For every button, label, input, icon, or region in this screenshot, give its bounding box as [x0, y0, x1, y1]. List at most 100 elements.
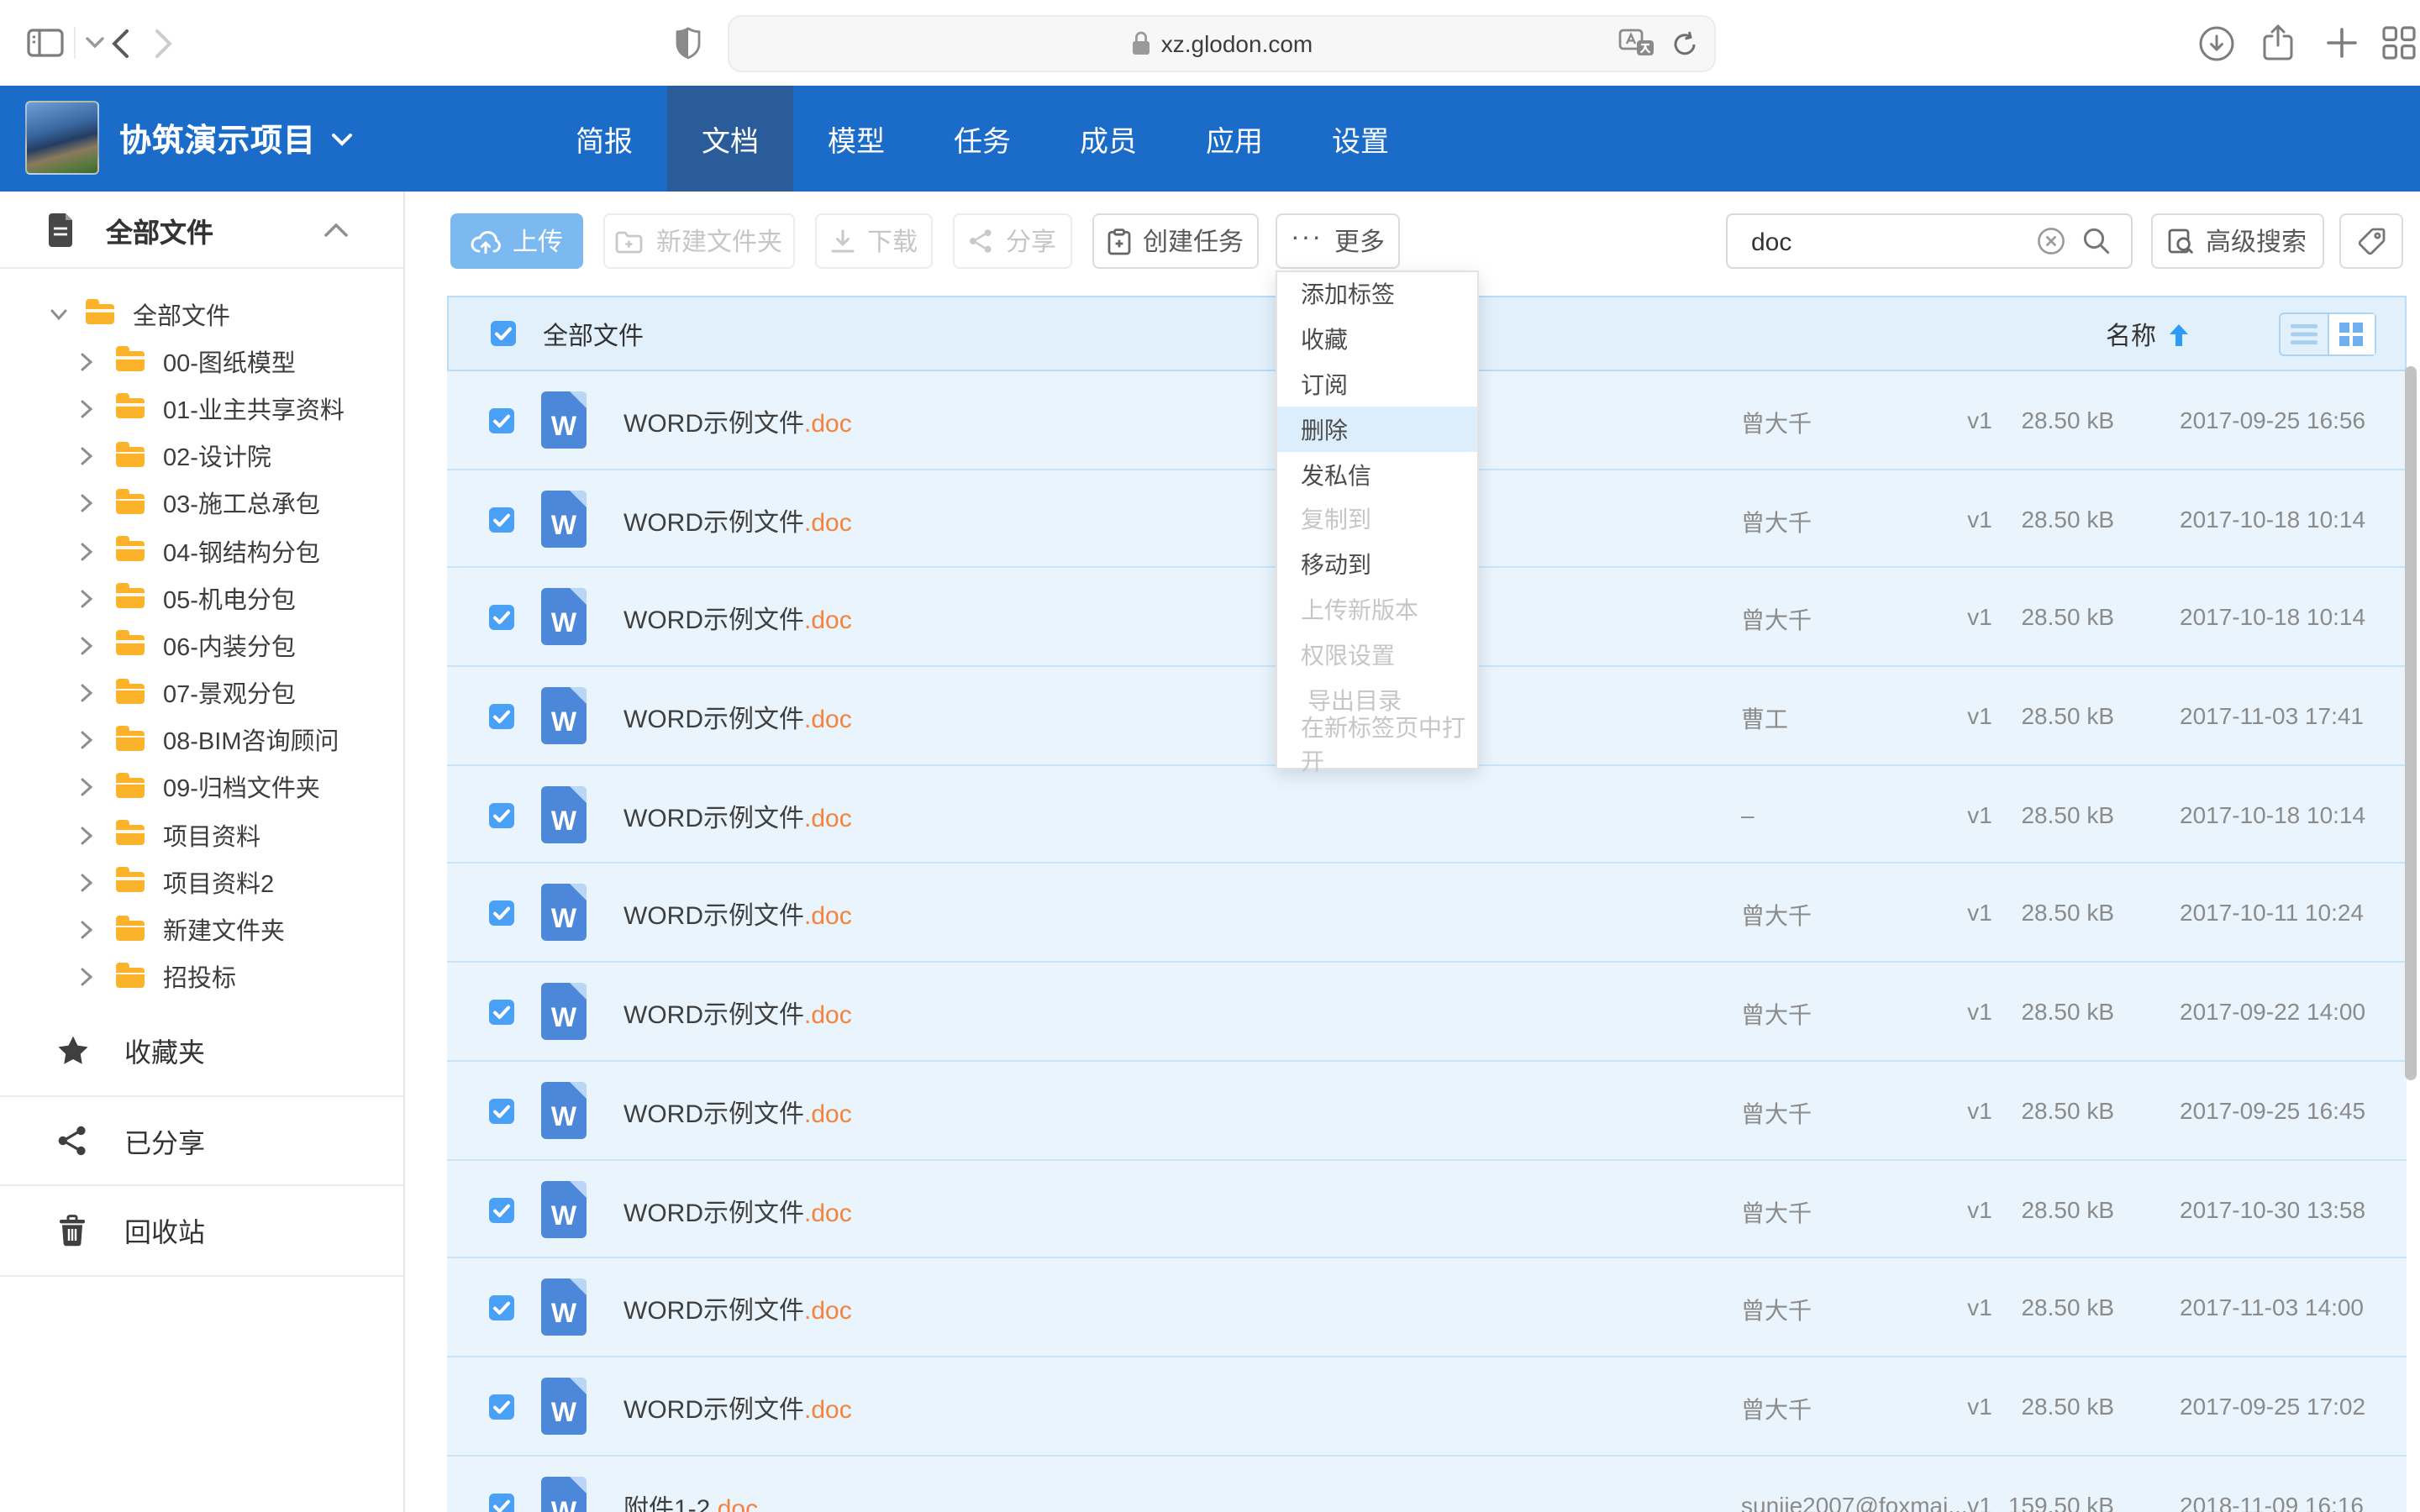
- tree-folder-item[interactable]: 新建文件夹: [0, 906, 403, 953]
- chevron-right-icon[interactable]: [81, 921, 97, 939]
- sidebar-section-share[interactable]: 已分享: [0, 1096, 403, 1186]
- chevron-right-icon[interactable]: [81, 542, 97, 560]
- file-row[interactable]: W WORD示例文件.doc 曾大千 v1 28.50 kB 2017-10-1…: [447, 864, 2407, 963]
- chevron-right-icon[interactable]: [81, 779, 97, 797]
- chevron-down-icon[interactable]: [82, 0, 106, 86]
- share-page-icon[interactable]: [2257, 0, 2297, 86]
- file-row[interactable]: W WORD示例文件.doc 曾大千 v1 28.50 kB 2017-09-2…: [447, 1357, 2407, 1456]
- tree-folder-item[interactable]: 项目资料2: [0, 859, 403, 906]
- file-name[interactable]: WORD示例文件.doc: [623, 1095, 852, 1131]
- file-row[interactable]: W 附件1-2.doc sunjie2007@foxmai... v1 159.…: [447, 1456, 2407, 1512]
- upload-button[interactable]: 上传: [450, 213, 583, 269]
- tree-folder-item[interactable]: 05-机电分包: [0, 575, 403, 622]
- file-row[interactable]: W WORD示例文件.doc 曾大千 v1 28.50 kB 2017-11-0…: [447, 1258, 2407, 1357]
- file-name[interactable]: WORD示例文件.doc: [623, 503, 852, 538]
- row-checkbox[interactable]: [489, 507, 514, 532]
- sidebar-toggle-icon[interactable]: [24, 0, 67, 86]
- tree-folder-item[interactable]: 04-钢结构分包: [0, 528, 403, 575]
- file-name[interactable]: 附件1-2.doc: [623, 1489, 758, 1512]
- new-folder-button[interactable]: 新建文件夹: [603, 213, 795, 269]
- file-name[interactable]: WORD示例文件.doc: [623, 898, 852, 933]
- tree-folder-item[interactable]: 01-业主共享资料: [0, 386, 403, 433]
- menu-item[interactable]: 移动到: [1277, 543, 1477, 588]
- menu-item[interactable]: 权限设置: [1277, 633, 1477, 678]
- row-checkbox[interactable]: [489, 1000, 514, 1025]
- menu-item[interactable]: 收藏: [1277, 318, 1477, 363]
- row-checkbox[interactable]: [489, 803, 514, 828]
- file-row[interactable]: W WORD示例文件.doc 曾大千 v1 28.50 kB 2017-09-2…: [447, 963, 2407, 1061]
- clear-search-icon[interactable]: [2037, 227, 2065, 255]
- file-row[interactable]: W WORD示例文件.doc – v1 28.50 kB 2017-10-18 …: [447, 766, 2407, 864]
- chevron-right-icon[interactable]: [81, 684, 97, 702]
- tree-folder-item[interactable]: 09-归档文件夹: [0, 764, 403, 811]
- file-name[interactable]: WORD示例文件.doc: [623, 1292, 852, 1327]
- header-tab[interactable]: 设置: [1297, 86, 1423, 192]
- tree-folder-item[interactable]: 项目资料: [0, 811, 403, 858]
- file-name[interactable]: WORD示例文件.doc: [623, 405, 852, 440]
- tab-overview-icon[interactable]: [2378, 0, 2418, 86]
- tree-folder-item[interactable]: 08-BIM咨询顾问: [0, 717, 403, 764]
- project-title[interactable]: 协筑演示项目: [119, 86, 353, 192]
- chevron-right-icon[interactable]: [81, 447, 97, 465]
- header-tab[interactable]: 应用: [1171, 86, 1297, 192]
- chevron-right-icon[interactable]: [81, 968, 97, 986]
- tree-folder-item[interactable]: 招投标: [0, 953, 403, 1000]
- menu-item[interactable]: 在新标签页中打开: [1277, 722, 1477, 768]
- chevron-right-icon[interactable]: [81, 400, 97, 418]
- list-view-button[interactable]: [2281, 314, 2328, 354]
- chevron-right-icon[interactable]: [81, 495, 97, 513]
- chevron-right-icon[interactable]: [81, 637, 97, 655]
- select-all-checkbox[interactable]: [491, 321, 516, 346]
- file-name[interactable]: WORD示例文件.doc: [623, 996, 852, 1032]
- collapse-chevron-up-icon[interactable]: [324, 223, 348, 236]
- menu-item[interactable]: 添加标签: [1277, 272, 1477, 318]
- tree-folder-item[interactable]: 06-内装分包: [0, 622, 403, 669]
- row-checkbox[interactable]: [489, 901, 514, 927]
- row-checkbox[interactable]: [489, 1099, 514, 1124]
- new-tab-icon[interactable]: [2321, 0, 2361, 86]
- tree-folder-item[interactable]: 03-施工总承包: [0, 480, 403, 528]
- chevron-right-icon[interactable]: [81, 874, 97, 892]
- project-logo[interactable]: [25, 101, 99, 175]
- forward-button-icon[interactable]: [148, 0, 178, 86]
- advanced-search-button[interactable]: 高级搜索: [2151, 213, 2324, 269]
- tag-filter-button[interactable]: [2339, 213, 2403, 269]
- row-checkbox[interactable]: [489, 1197, 514, 1222]
- chevron-right-icon[interactable]: [81, 589, 97, 607]
- file-name[interactable]: WORD示例文件.doc: [623, 1391, 852, 1426]
- tree-folder-item[interactable]: 00-图纸模型: [0, 338, 403, 385]
- grid-view-button[interactable]: [2328, 314, 2375, 354]
- header-tab[interactable]: 文档: [667, 86, 793, 192]
- file-row[interactable]: W WORD示例文件.doc 曾大千 v1 28.50 kB 2017-10-3…: [447, 1160, 2407, 1258]
- download-button[interactable]: 下载: [815, 213, 933, 269]
- menu-item[interactable]: 复制到: [1277, 497, 1477, 543]
- row-checkbox[interactable]: [489, 1493, 514, 1512]
- tree-folder-item[interactable]: 02-设计院: [0, 433, 403, 480]
- file-row[interactable]: W WORD示例文件.doc 曾大千 v1 28.50 kB 2017-09-2…: [447, 1062, 2407, 1160]
- search-icon[interactable]: [2082, 227, 2111, 255]
- file-name[interactable]: WORD示例文件.doc: [623, 800, 852, 835]
- row-checkbox[interactable]: [489, 704, 514, 729]
- reload-icon[interactable]: [1672, 29, 1697, 56]
- address-bar[interactable]: xz.glodon.com: [728, 14, 1716, 71]
- menu-item[interactable]: 删除: [1277, 407, 1477, 453]
- tree-folder-item[interactable]: 07-景观分包: [0, 669, 403, 717]
- chevron-right-icon[interactable]: [81, 732, 97, 750]
- tree-root-item[interactable]: 全部文件: [0, 291, 403, 338]
- file-name[interactable]: WORD示例文件.doc: [623, 701, 852, 736]
- chevron-down-icon[interactable]: [50, 308, 67, 320]
- sort-by-name[interactable]: 名称: [2106, 318, 2188, 353]
- row-checkbox[interactable]: [489, 1394, 514, 1420]
- share-button[interactable]: 分享: [953, 213, 1072, 269]
- create-task-button[interactable]: 创建任务: [1092, 213, 1259, 269]
- file-name[interactable]: WORD示例文件.doc: [623, 602, 852, 638]
- more-button[interactable]: ··· 更多: [1276, 213, 1400, 269]
- menu-item[interactable]: 上传新版本: [1277, 587, 1477, 633]
- header-tab[interactable]: 模型: [793, 86, 919, 192]
- back-button-icon[interactable]: [104, 0, 134, 86]
- header-tab[interactable]: 简报: [541, 86, 667, 192]
- chevron-right-icon[interactable]: [81, 826, 97, 844]
- menu-item[interactable]: 订阅: [1277, 362, 1477, 407]
- translate-icon[interactable]: [1618, 29, 1655, 57]
- file-name[interactable]: WORD示例文件.doc: [623, 1194, 852, 1229]
